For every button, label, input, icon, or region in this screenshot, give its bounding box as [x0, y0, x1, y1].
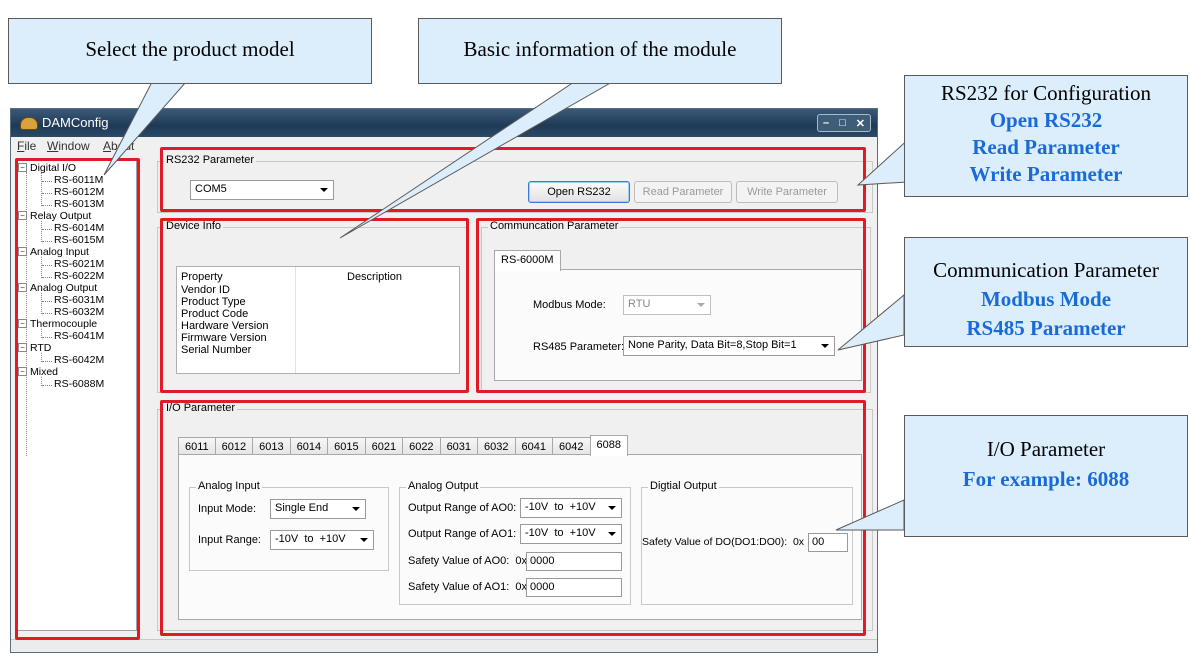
- callout-io: I/O Parameter For example: 6088: [904, 415, 1188, 537]
- callout-basic-info-text: Basic information of the module: [463, 37, 737, 61]
- callout-comm-line: RS485 Parameter: [966, 316, 1126, 340]
- pointer-communication: [837, 293, 905, 351]
- callout-rs232-line: Open RS232: [989, 108, 1103, 132]
- callout-comm-line: Modbus Mode: [980, 287, 1112, 311]
- callout-communication: Communication Parameter Modbus Mode RS48…: [904, 237, 1188, 347]
- pointer-io: [835, 499, 905, 531]
- pointer-basic-info: [339, 81, 614, 239]
- pointer-product-model: [103, 81, 188, 176]
- callout-rs232: RS232 for Configuration Open RS232 Read …: [904, 75, 1188, 197]
- callout-basic-info: Basic information of the module: [418, 18, 782, 84]
- callout-rs232-line: Write Parameter: [969, 162, 1123, 186]
- callout-io-title: I/O Parameter: [986, 437, 1106, 461]
- callout-product-model-text: Select the product model: [85, 37, 295, 61]
- callout-comm-title: Communication Parameter: [933, 258, 1159, 282]
- callout-rs232-title: RS232 for Configuration: [941, 81, 1151, 105]
- callout-rs232-line: Read Parameter: [972, 135, 1120, 159]
- tab-rs-6000m[interactable]: RS-6000M: [494, 250, 561, 271]
- callout-product-model: Select the product model: [8, 18, 372, 84]
- callout-io-line: For example: 6088: [962, 467, 1130, 491]
- tab-6088[interactable]: 6088: [589, 435, 628, 456]
- comm-tabs: RS-6000M: [494, 250, 561, 271]
